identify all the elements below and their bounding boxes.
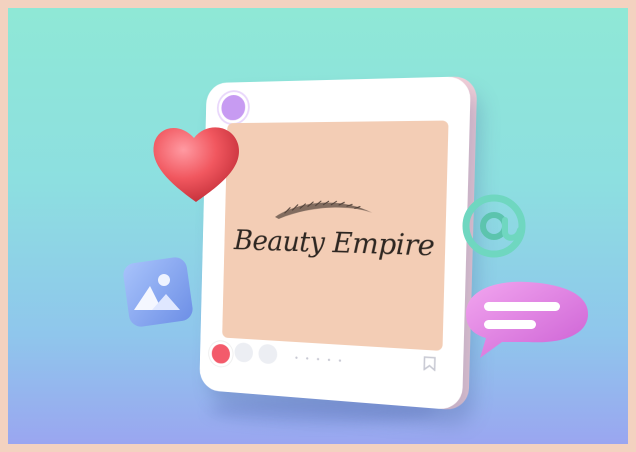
at-sign-icon <box>462 194 526 258</box>
like-heart-icon[interactable] <box>208 340 233 368</box>
post-image: Beauty Empire <box>222 120 449 351</box>
chat-bubble-icon <box>466 281 589 358</box>
image-gallery-icon <box>123 257 193 327</box>
carousel-dots: • • • • • <box>294 353 345 367</box>
illustration-frame: Beauty Empire • • • • • <box>8 8 628 444</box>
comment-icon[interactable] <box>234 342 254 363</box>
share-icon[interactable] <box>258 343 278 365</box>
bookmark-icon[interactable] <box>423 356 436 371</box>
heart-icon <box>153 127 239 202</box>
eyebrow-logo-icon <box>274 195 373 221</box>
profile-avatar <box>218 91 249 124</box>
brand-name: Beauty Empire <box>233 223 435 263</box>
